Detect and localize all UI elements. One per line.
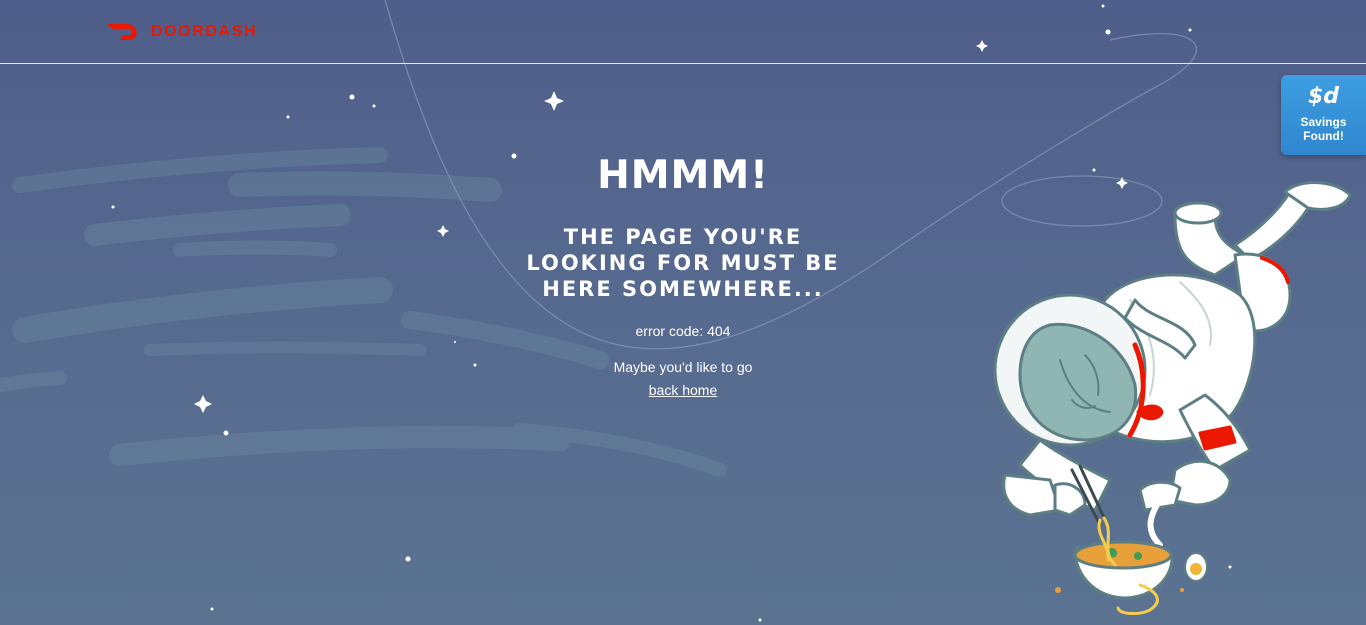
- error-code-text: error code: 404: [635, 323, 731, 339]
- subheadline-line: HERE SOMEWHERE...: [542, 277, 824, 301]
- doordash-logo-text: DOORDASH: [151, 23, 258, 40]
- suggestion-text: Maybe you'd like to go: [613, 359, 753, 375]
- subheadline-line: THE PAGE YOU'RE: [563, 225, 803, 249]
- error-headline: HMMM!: [597, 153, 769, 198]
- doordash-logo-icon: [107, 22, 141, 42]
- savings-found-tab[interactable]: $d Savings Found!: [1281, 75, 1366, 155]
- back-home-link[interactable]: back home: [649, 382, 717, 398]
- savings-found-label: Savings Found!: [1300, 115, 1347, 143]
- astronaut-illustration: [993, 181, 1352, 615]
- subheadline-line: LOOKING FOR MUST BE: [526, 251, 840, 275]
- doordash-logo-link[interactable]: DOORDASH: [107, 22, 257, 42]
- error-content: HMMM! THE PAGE YOU'RE LOOKING FOR MUST B…: [483, 150, 883, 400]
- error-subheadline: THE PAGE YOU'RE LOOKING FOR MUST BE HERE…: [483, 224, 883, 302]
- site-header: DOORDASH: [0, 0, 1366, 64]
- slickdeals-icon: $d: [1307, 84, 1340, 109]
